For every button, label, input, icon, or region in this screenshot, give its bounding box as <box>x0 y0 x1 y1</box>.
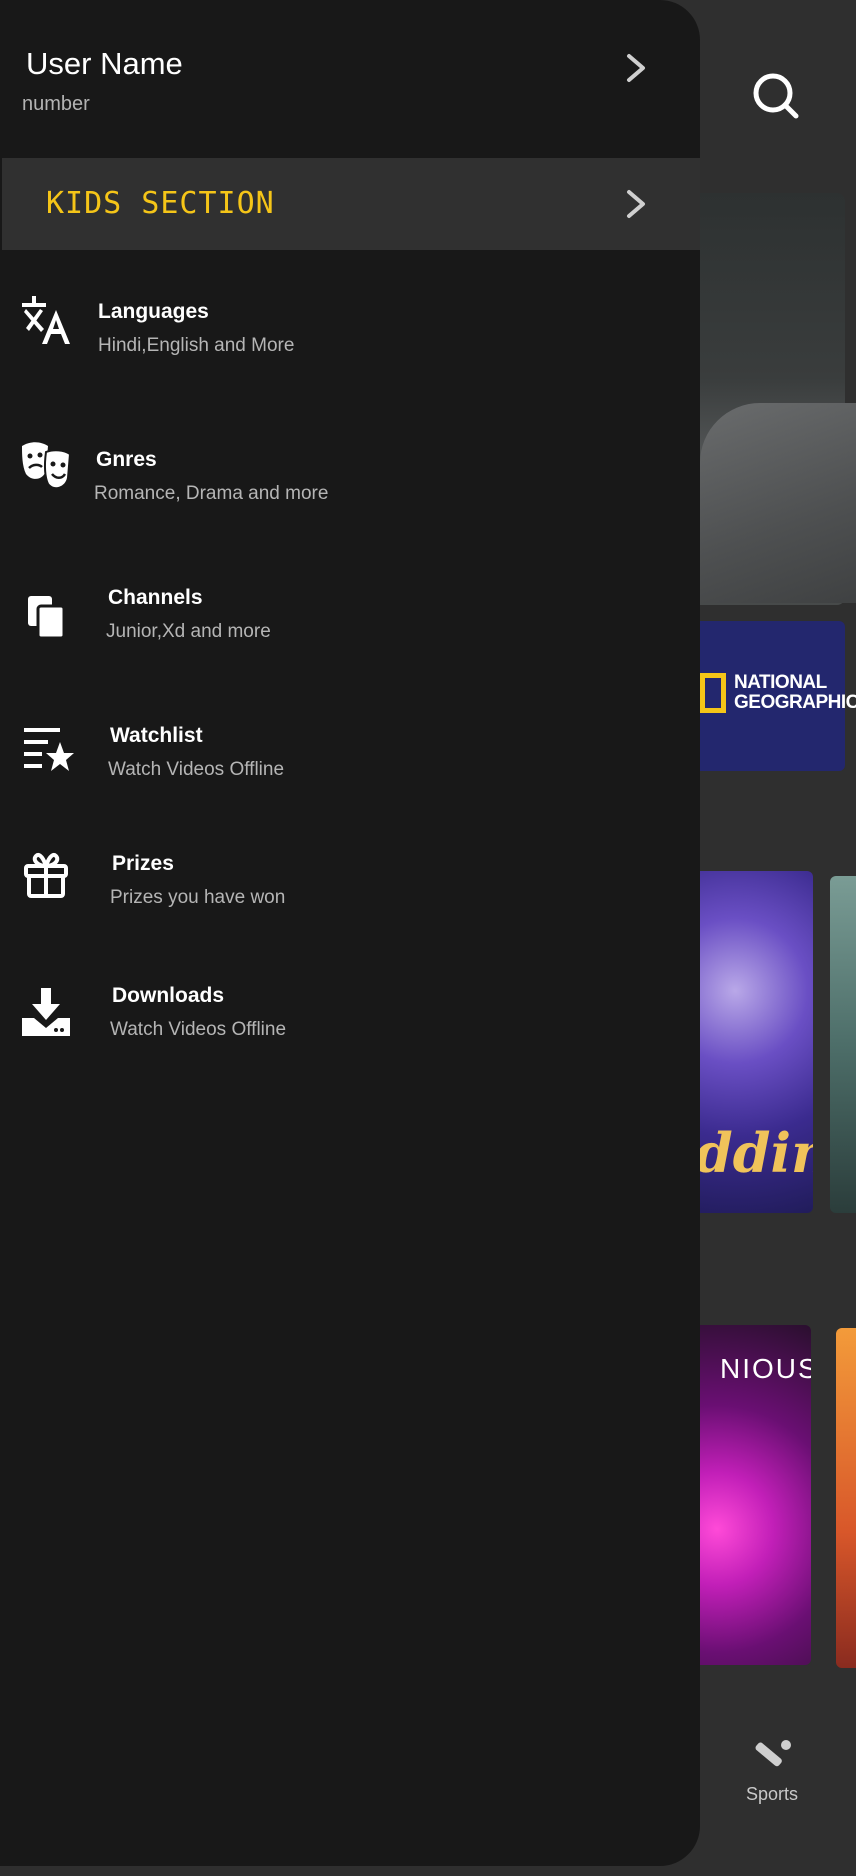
cricket-bat-icon <box>750 1738 794 1778</box>
menu-item-subtitle: Prizes you have won <box>110 887 286 908</box>
kids-section-label: KIDS SECTION <box>46 186 275 221</box>
user-name: User Name <box>26 46 183 81</box>
menu-item-title: Watchlist <box>110 724 203 747</box>
chevron-right-icon <box>624 52 648 84</box>
national-geographic-logo: NATIONAL GEOGRAPHIC <box>700 673 856 713</box>
menu-item-prizes[interactable]: Prizes Prizes you have won <box>0 832 700 932</box>
menu-item-channels[interactable]: Channels Junior,Xd and more <box>0 566 700 666</box>
menu-item-subtitle: Watch Videos Offline <box>108 759 285 780</box>
menu-item-subtitle: Romance, Drama and more <box>94 483 329 504</box>
search-icon[interactable] <box>750 70 802 122</box>
translate-icon <box>20 292 72 344</box>
menu-item-genres[interactable]: Gnres Romance, Drama and more <box>0 428 700 528</box>
menu-item-subtitle: Hindi,English and More <box>98 335 295 356</box>
copy-icon <box>20 592 72 644</box>
menu-item-title: Prizes <box>112 852 174 875</box>
download-icon <box>20 986 72 1038</box>
menu-item-subtitle: Watch Videos Offline <box>110 1019 287 1040</box>
theater-masks-icon <box>20 440 72 492</box>
menu-item-downloads[interactable]: Downloads Watch Videos Offline <box>0 964 700 1064</box>
menu-item-subtitle: Junior,Xd and more <box>106 621 271 642</box>
poster-title: NIOUS <box>720 1353 811 1384</box>
kids-section-row[interactable]: KIDS SECTION <box>2 158 700 250</box>
gift-icon <box>22 850 74 902</box>
navigation-drawer: User Name number KIDS SECTION Languages … <box>0 0 700 1866</box>
user-profile-row[interactable]: User Name number <box>0 0 700 158</box>
bottom-nav-sports[interactable]: Sports <box>740 1738 804 1805</box>
user-number: number <box>22 93 90 115</box>
list-star-icon <box>22 724 74 776</box>
poster-title: ddin <box>695 1121 813 1185</box>
movie-poster[interactable] <box>830 876 856 1213</box>
chevron-right-icon <box>624 188 648 220</box>
menu-item-languages[interactable]: Languages Hindi,English and More <box>0 280 700 380</box>
menu-item-title: Gnres <box>96 448 157 471</box>
menu-item-watchlist[interactable]: Watchlist Watch Videos Offline <box>0 704 700 804</box>
menu-item-title: Languages <box>98 300 209 323</box>
menu-item-title: Channels <box>108 586 203 609</box>
movie-poster[interactable] <box>836 1328 856 1668</box>
bottom-nav-sports-label: Sports <box>745 1784 799 1804</box>
menu-item-title: Downloads <box>112 984 225 1007</box>
